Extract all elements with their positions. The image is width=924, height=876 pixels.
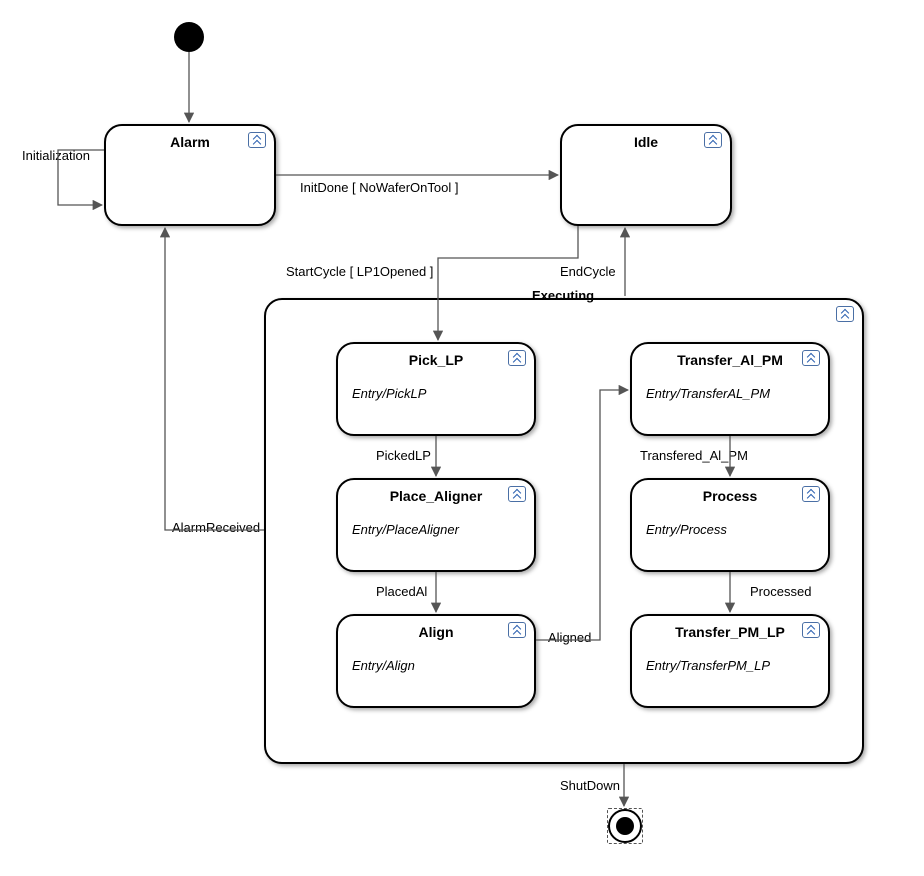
state-pick-lp-title: Pick_LP <box>338 344 534 368</box>
label-alarmreceived: AlarmReceived <box>172 520 260 535</box>
state-process-entry: Entry/Process <box>632 522 828 537</box>
label-transfered-al-pm: Transfered_Al_PM <box>640 448 748 463</box>
expand-icon[interactable] <box>704 132 722 148</box>
label-pickedlp: PickedLP <box>376 448 431 463</box>
expand-icon[interactable] <box>508 350 526 366</box>
label-endcycle: EndCycle <box>560 264 616 279</box>
state-alarm[interactable]: Alarm <box>104 124 276 226</box>
label-aligned: Aligned <box>548 630 591 645</box>
state-pick-lp-entry: Entry/PickLP <box>338 386 534 401</box>
state-executing-title: Executing <box>532 288 594 303</box>
state-transfer-pm-lp-title: Transfer_PM_LP <box>632 616 828 640</box>
final-state <box>607 808 643 844</box>
state-place-aligner[interactable]: Place_Aligner Entry/PlaceAligner <box>336 478 536 572</box>
state-place-aligner-entry: Entry/PlaceAligner <box>338 522 534 537</box>
label-startcycle: StartCycle [ LP1Opened ] <box>286 264 433 279</box>
state-transfer-al-pm-entry: Entry/TransferAL_PM <box>632 386 828 401</box>
label-shutdown: ShutDown <box>560 778 620 793</box>
expand-icon[interactable] <box>508 486 526 502</box>
label-initdone: InitDone [ NoWaferOnTool ] <box>300 180 458 195</box>
state-process[interactable]: Process Entry/Process <box>630 478 830 572</box>
state-align-title: Align <box>338 616 534 640</box>
state-place-aligner-title: Place_Aligner <box>338 480 534 504</box>
state-diagram: Alarm Idle Executing Pick_LP Entry/PickL… <box>0 0 924 876</box>
expand-icon[interactable] <box>248 132 266 148</box>
state-idle[interactable]: Idle <box>560 124 732 226</box>
state-transfer-pm-lp[interactable]: Transfer_PM_LP Entry/TransferPM_LP <box>630 614 830 708</box>
state-process-title: Process <box>632 480 828 504</box>
initial-state <box>174 22 204 52</box>
state-pick-lp[interactable]: Pick_LP Entry/PickLP <box>336 342 536 436</box>
expand-icon[interactable] <box>802 622 820 638</box>
label-processed: Processed <box>750 584 811 599</box>
state-transfer-pm-lp-entry: Entry/TransferPM_LP <box>632 658 828 673</box>
label-placedal: PlacedAl <box>376 584 427 599</box>
expand-icon[interactable] <box>802 486 820 502</box>
state-align-entry: Entry/Align <box>338 658 534 673</box>
expand-icon[interactable] <box>508 622 526 638</box>
state-align[interactable]: Align Entry/Align <box>336 614 536 708</box>
label-initialization: Initialization <box>22 148 90 163</box>
expand-icon[interactable] <box>802 350 820 366</box>
state-transfer-al-pm-title: Transfer_Al_PM <box>632 344 828 368</box>
state-transfer-al-pm[interactable]: Transfer_Al_PM Entry/TransferAL_PM <box>630 342 830 436</box>
expand-icon[interactable] <box>836 306 854 322</box>
